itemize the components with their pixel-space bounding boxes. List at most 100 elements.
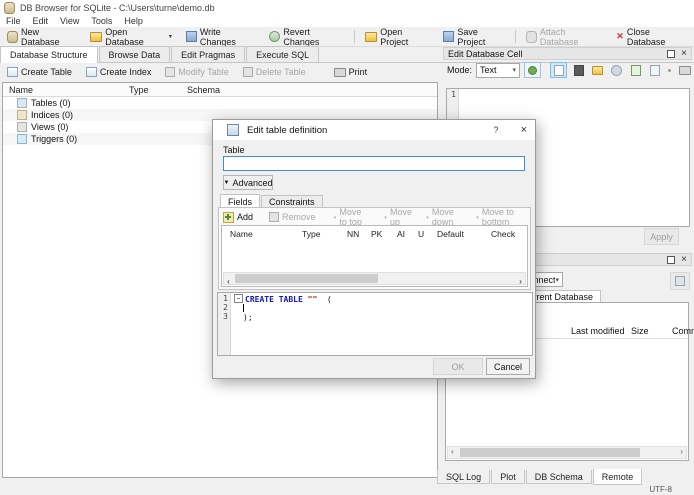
- tab-database-structure[interactable]: Database Structure: [0, 45, 98, 63]
- print-cell-button[interactable]: [677, 63, 692, 77]
- apply-button[interactable]: Apply: [644, 228, 679, 245]
- mode-select[interactable]: Text ▾: [476, 62, 521, 78]
- col-type[interactable]: Type: [302, 229, 320, 239]
- print-icon: [333, 67, 346, 77]
- tab-execute-sql[interactable]: Execute SQL: [246, 46, 320, 62]
- print-button[interactable]: Print: [327, 64, 375, 81]
- structure-toolbar: Create Table Create Index Modify Table D…: [0, 63, 437, 81]
- modify-table-button[interactable]: Modify Table: [158, 64, 235, 81]
- revert-changes-label: Revert Changes: [283, 26, 320, 47]
- col-default[interactable]: Default: [437, 229, 464, 239]
- col-u[interactable]: U: [418, 229, 424, 239]
- move-to-bottom-icon: •: [476, 212, 479, 222]
- menu-edit[interactable]: Edit: [27, 16, 55, 26]
- fields-table[interactable]: Name Type NN PK AI U Default Check ‹ ›: [221, 225, 528, 287]
- create-index-button[interactable]: Create Index: [79, 64, 159, 81]
- add-field-button[interactable]: Add: [223, 211, 253, 223]
- close-panel-icon[interactable]: ×: [681, 48, 687, 58]
- code-fold-icon[interactable]: [234, 294, 243, 303]
- col-check[interactable]: Check: [491, 229, 515, 239]
- move-to-bottom-button[interactable]: • Move to bottom: [476, 207, 523, 227]
- export-button[interactable]: [628, 63, 643, 77]
- scrollbar-thumb[interactable]: [460, 448, 640, 457]
- save-cell-button[interactable]: [647, 63, 662, 77]
- remote-action-button[interactable]: [670, 272, 690, 290]
- scrollbar-thumb[interactable]: [235, 274, 378, 283]
- import-button[interactable]: [590, 63, 605, 77]
- tree-column-name[interactable]: Name: [9, 85, 33, 95]
- tab-sql-log[interactable]: SQL Log: [437, 470, 491, 484]
- tree-row-tables[interactable]: Tables (0): [3, 97, 437, 109]
- scroll-left-icon[interactable]: ‹: [451, 447, 454, 457]
- tab-browse-data[interactable]: Browse Data: [98, 46, 171, 62]
- close-panel-icon[interactable]: ×: [681, 254, 687, 264]
- col-ai[interactable]: AI: [397, 229, 405, 239]
- binary-page-button[interactable]: [571, 63, 586, 77]
- tree-header[interactable]: Name Type Schema: [3, 83, 437, 97]
- delete-table-label: Delete Table: [255, 67, 306, 77]
- delete-table-button[interactable]: Delete Table: [236, 64, 313, 81]
- edit-cell-toolbar: Mode: Text ▾: [447, 62, 692, 78]
- new-database-icon: [7, 30, 18, 43]
- fields-table-hscrollbar[interactable]: ‹ ›: [223, 272, 526, 286]
- text-page-button[interactable]: [550, 62, 567, 78]
- new-database-button[interactable]: New Database: [0, 27, 83, 47]
- revert-changes-button[interactable]: Revert Changes: [262, 26, 351, 47]
- move-to-top-button[interactable]: • Move to top: [334, 207, 371, 227]
- scroll-left-icon[interactable]: ‹: [227, 276, 230, 286]
- table-name-input[interactable]: [223, 156, 525, 171]
- open-database-dropdown-caret-icon[interactable]: ▾: [169, 33, 172, 40]
- open-external-icon: [611, 64, 622, 76]
- remove-field-button[interactable]: Remove: [269, 212, 316, 222]
- remove-label: Remove: [282, 212, 316, 222]
- dialog-title: Edit table definition: [247, 124, 328, 136]
- menu-tools[interactable]: Tools: [85, 16, 118, 26]
- ok-button[interactable]: OK: [433, 358, 483, 375]
- menu-help[interactable]: Help: [118, 16, 149, 26]
- open-external-button[interactable]: [609, 63, 624, 77]
- open-project-button[interactable]: Open Project: [358, 27, 436, 47]
- advanced-toggle-button[interactable]: ▼ Advanced: [223, 175, 273, 190]
- move-down-button[interactable]: • Move down: [426, 207, 462, 227]
- menu-view[interactable]: View: [54, 16, 85, 26]
- close-database-label: Close Database: [626, 26, 666, 47]
- column-last-modified[interactable]: Last modified: [571, 326, 625, 336]
- remote-list-hscrollbar[interactable]: ‹ ›: [447, 446, 687, 459]
- float-panel-icon[interactable]: [667, 255, 676, 264]
- tab-edit-pragmas[interactable]: Edit Pragmas: [171, 46, 246, 62]
- tree-column-type[interactable]: Type: [129, 85, 149, 95]
- tab-db-schema[interactable]: DB Schema: [525, 470, 592, 484]
- menu-bar: File Edit View Tools Help: [0, 15, 694, 27]
- encoding-indicator[interactable]: UTF-8: [649, 485, 672, 494]
- open-database-button[interactable]: Open Database ▾: [83, 27, 179, 47]
- dialog-help-button[interactable]: ?: [494, 125, 499, 135]
- menu-file[interactable]: File: [0, 16, 27, 26]
- mode-value: Text: [480, 65, 497, 75]
- table-name-label: Table: [223, 145, 245, 155]
- tab-plot[interactable]: Plot: [491, 470, 525, 484]
- write-changes-button[interactable]: Write Changes: [179, 27, 263, 47]
- sql-preview[interactable]: 1 2 3 CREATE TABLE "" ( );: [217, 292, 533, 356]
- move-up-button[interactable]: • Move up: [384, 207, 412, 227]
- tab-remote[interactable]: Remote: [592, 469, 643, 485]
- attach-database-button[interactable]: Attach Database: [519, 27, 609, 47]
- col-pk[interactable]: PK: [371, 229, 382, 239]
- scroll-right-icon[interactable]: ›: [519, 276, 522, 286]
- col-name[interactable]: Name: [230, 229, 253, 239]
- close-database-button[interactable]: ✕ Close Database: [609, 26, 694, 47]
- tree-column-schema[interactable]: Schema: [187, 85, 220, 95]
- dialog-close-button[interactable]: ×: [521, 125, 527, 136]
- cancel-button[interactable]: Cancel: [486, 358, 530, 375]
- dot-icon: [668, 68, 671, 72]
- auto-mode-toggle[interactable]: [524, 62, 542, 78]
- app-icon: [4, 1, 15, 14]
- column-size[interactable]: Size: [631, 326, 649, 336]
- scroll-right-icon[interactable]: ›: [680, 447, 683, 457]
- sql-keyword: CREATE TABLE: [245, 295, 303, 304]
- save-project-button[interactable]: Save Project: [436, 27, 512, 47]
- create-table-button[interactable]: Create Table: [0, 64, 79, 81]
- float-panel-icon[interactable]: [667, 49, 676, 58]
- column-commit[interactable]: Commit: [672, 326, 694, 336]
- col-nn[interactable]: NN: [347, 229, 359, 239]
- null-button[interactable]: [666, 63, 673, 77]
